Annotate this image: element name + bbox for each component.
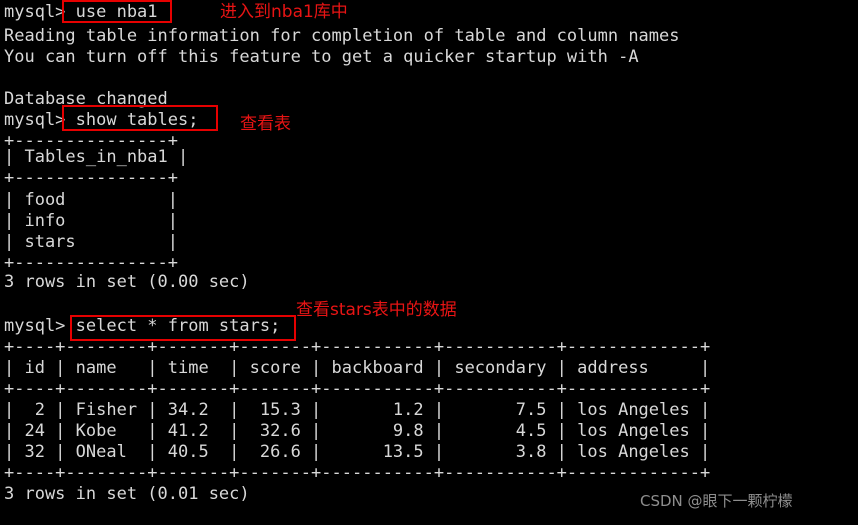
terminal-line: | stars | [4, 232, 178, 252]
watermark: CSDN @眼下一颗柠檬 [640, 492, 793, 510]
terminal-line: | id | name | time | score | backboard |… [4, 358, 711, 378]
terminal-window[interactable]: mysql> use nba1 Reading table information… [0, 0, 858, 525]
terminal-line: +----+--------+-------+-------+---------… [4, 379, 711, 399]
terminal-line: +----+--------+-------+-------+---------… [4, 463, 711, 483]
terminal-line: mysql> select * from stars; [4, 316, 281, 336]
annotation-enter-nba1-note: 进入到nba1库中 [220, 2, 348, 22]
terminal-line: | 32 | ONeal | 40.5 | 26.6 | 13.5 | 3.8 … [4, 442, 711, 462]
terminal-line: 3 rows in set (0.00 sec) [4, 272, 250, 292]
terminal-line: | 2 | Fisher | 34.2 | 15.3 | 1.2 | 7.5 |… [4, 400, 711, 420]
terminal-line: 3 rows in set (0.01 sec) [4, 484, 250, 504]
annotation-select-stars-note: 查看stars表中的数据 [296, 300, 457, 320]
terminal-line: Database changed [4, 89, 168, 109]
terminal-line: Reading table information for completion… [4, 26, 680, 46]
terminal-line: mysql> show tables; [4, 110, 199, 130]
terminal-line: +---------------+ [4, 168, 178, 188]
terminal-line: +---------------+ [4, 253, 178, 273]
terminal-line: | Tables_in_nba1 | [4, 147, 189, 167]
terminal-line: | info | [4, 211, 178, 231]
annotation-show-tables-note: 查看表 [240, 114, 291, 134]
terminal-line: mysql> use nba1 [4, 2, 158, 22]
terminal-line: You can turn off this feature to get a q… [4, 47, 639, 67]
terminal-line: +----+--------+-------+-------+---------… [4, 337, 711, 357]
terminal-line: | 24 | Kobe | 41.2 | 32.6 | 9.8 | 4.5 | … [4, 421, 711, 441]
terminal-line: | food | [4, 190, 178, 210]
